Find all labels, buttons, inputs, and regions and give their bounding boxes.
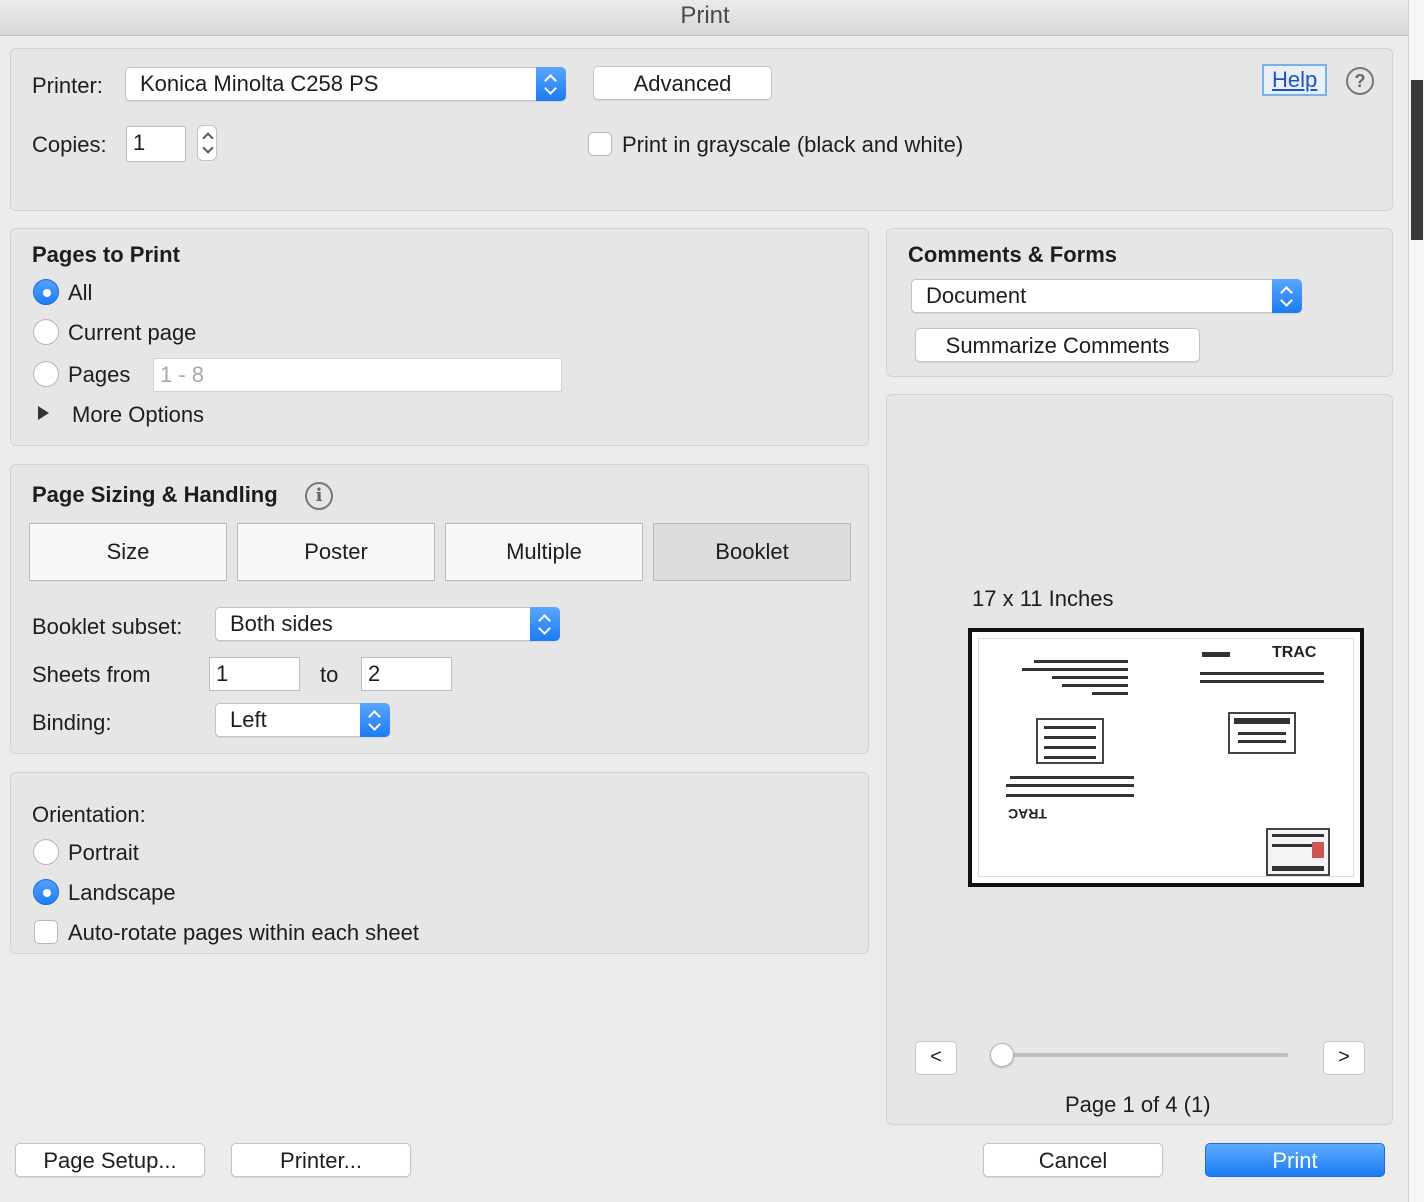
- popup-arrows-icon: [360, 703, 390, 737]
- binding-select[interactable]: Left: [215, 703, 390, 737]
- preview-text-line: [1052, 676, 1128, 679]
- advanced-button[interactable]: Advanced: [593, 66, 772, 100]
- title-bar: Print: [0, 0, 1410, 36]
- booklet-subset-value: Both sides: [230, 611, 333, 636]
- preview-text-line: [1062, 684, 1128, 687]
- copies-label: Copies:: [32, 132, 107, 157]
- preview-text-line: [1010, 776, 1134, 779]
- printer-select[interactable]: Konica Minolta C258 PS: [125, 67, 566, 101]
- pages-range-input[interactable]: 1 - 8: [153, 358, 562, 392]
- preview-sheet: TRAC TRAC: [968, 628, 1364, 887]
- pages-to-print-title: Pages to Print: [32, 242, 180, 267]
- preview-text-line: [1022, 668, 1128, 671]
- next-page-button[interactable]: >: [1323, 1041, 1365, 1075]
- preview-text-line: [1006, 784, 1134, 787]
- tab-booklet[interactable]: Booklet: [653, 523, 851, 581]
- popup-arrows-icon: [1272, 279, 1302, 313]
- printer-button[interactable]: Printer...: [231, 1143, 411, 1177]
- radio-portrait-label: Portrait: [68, 840, 139, 865]
- autorotate-label: Auto-rotate pages within each sheet: [68, 920, 420, 945]
- cancel-button[interactable]: Cancel: [983, 1143, 1163, 1177]
- grayscale-label: Print in grayscale (black and white): [622, 132, 964, 157]
- preview-logo-rotated: TRAC: [1008, 806, 1047, 822]
- comments-forms-title: Comments & Forms: [908, 242, 1118, 267]
- prev-page-button[interactable]: <: [915, 1041, 957, 1075]
- binding-label: Binding:: [32, 710, 112, 735]
- sheets-from-input[interactable]: 1: [209, 657, 300, 691]
- preview-text-line: [1034, 660, 1128, 663]
- printer-label: Printer:: [32, 73, 103, 98]
- page-sizing-title: Page Sizing & Handling: [32, 482, 278, 507]
- booklet-subset-label: Booklet subset:: [32, 614, 183, 639]
- help-link[interactable]: Help: [1262, 64, 1328, 96]
- comments-select-value: Document: [926, 283, 1027, 308]
- tab-poster[interactable]: Poster: [237, 523, 435, 581]
- radio-current-page-label: Current page: [68, 320, 197, 345]
- preview-image-block: [1266, 828, 1330, 876]
- radio-landscape[interactable]: [33, 879, 59, 905]
- background-window-edge: [1408, 0, 1424, 1202]
- radio-all[interactable]: [33, 279, 59, 305]
- preview-logo: TRAC: [1272, 644, 1317, 661]
- summarize-comments-button[interactable]: Summarize Comments: [915, 328, 1200, 362]
- help-question-icon[interactable]: ?: [1346, 67, 1374, 95]
- page-slider-knob[interactable]: [990, 1043, 1014, 1067]
- autorotate-checkbox[interactable]: [34, 920, 58, 944]
- preview-table-block: [1036, 718, 1104, 764]
- tab-multiple[interactable]: Multiple: [445, 523, 643, 581]
- radio-landscape-label: Landscape: [68, 880, 176, 905]
- tab-size[interactable]: Size: [29, 523, 227, 581]
- page-slider-track[interactable]: [1000, 1053, 1288, 1057]
- page-status: Page 1 of 4 (1): [1065, 1092, 1211, 1117]
- radio-all-label: All: [68, 280, 93, 305]
- booklet-subset-select[interactable]: Both sides: [215, 607, 560, 641]
- radio-current-page[interactable]: [33, 319, 59, 345]
- copies-stepper[interactable]: [197, 125, 217, 161]
- radio-pages[interactable]: [33, 361, 59, 387]
- comments-select[interactable]: Document: [911, 279, 1302, 313]
- radio-portrait[interactable]: [33, 839, 59, 865]
- print-button[interactable]: Print: [1205, 1143, 1385, 1177]
- preview-logo-mark: [1202, 652, 1230, 657]
- preview-text-line: [1006, 794, 1134, 797]
- disclosure-triangle-icon[interactable]: [38, 406, 49, 420]
- binding-value: Left: [230, 707, 267, 732]
- scrollbar-thumb[interactable]: [1411, 80, 1423, 240]
- grayscale-checkbox[interactable]: [588, 132, 612, 156]
- window-title: Print: [680, 2, 730, 29]
- popup-arrows-icon: [530, 607, 560, 641]
- orientation-title: Orientation:: [32, 802, 146, 827]
- radio-pages-label: Pages: [68, 362, 131, 387]
- page-setup-button[interactable]: Page Setup...: [15, 1143, 205, 1177]
- more-options-label[interactable]: More Options: [72, 402, 204, 428]
- popup-arrows-icon: [536, 67, 566, 101]
- preview-text-line: [1200, 672, 1324, 675]
- preview-size-label: 17 x 11 Inches: [972, 586, 1114, 611]
- preview-table-block: [1228, 712, 1296, 754]
- sheets-to-label: to: [320, 662, 339, 687]
- copies-input[interactable]: 1: [126, 126, 186, 162]
- sheets-from-label: Sheets from: [32, 662, 151, 687]
- info-icon[interactable]: i: [305, 482, 333, 510]
- printer-select-value: Konica Minolta C258 PS: [140, 71, 379, 96]
- preview-text-line: [1200, 680, 1324, 683]
- sheets-to-input[interactable]: 2: [361, 657, 452, 691]
- preview-text-line: [1092, 692, 1128, 695]
